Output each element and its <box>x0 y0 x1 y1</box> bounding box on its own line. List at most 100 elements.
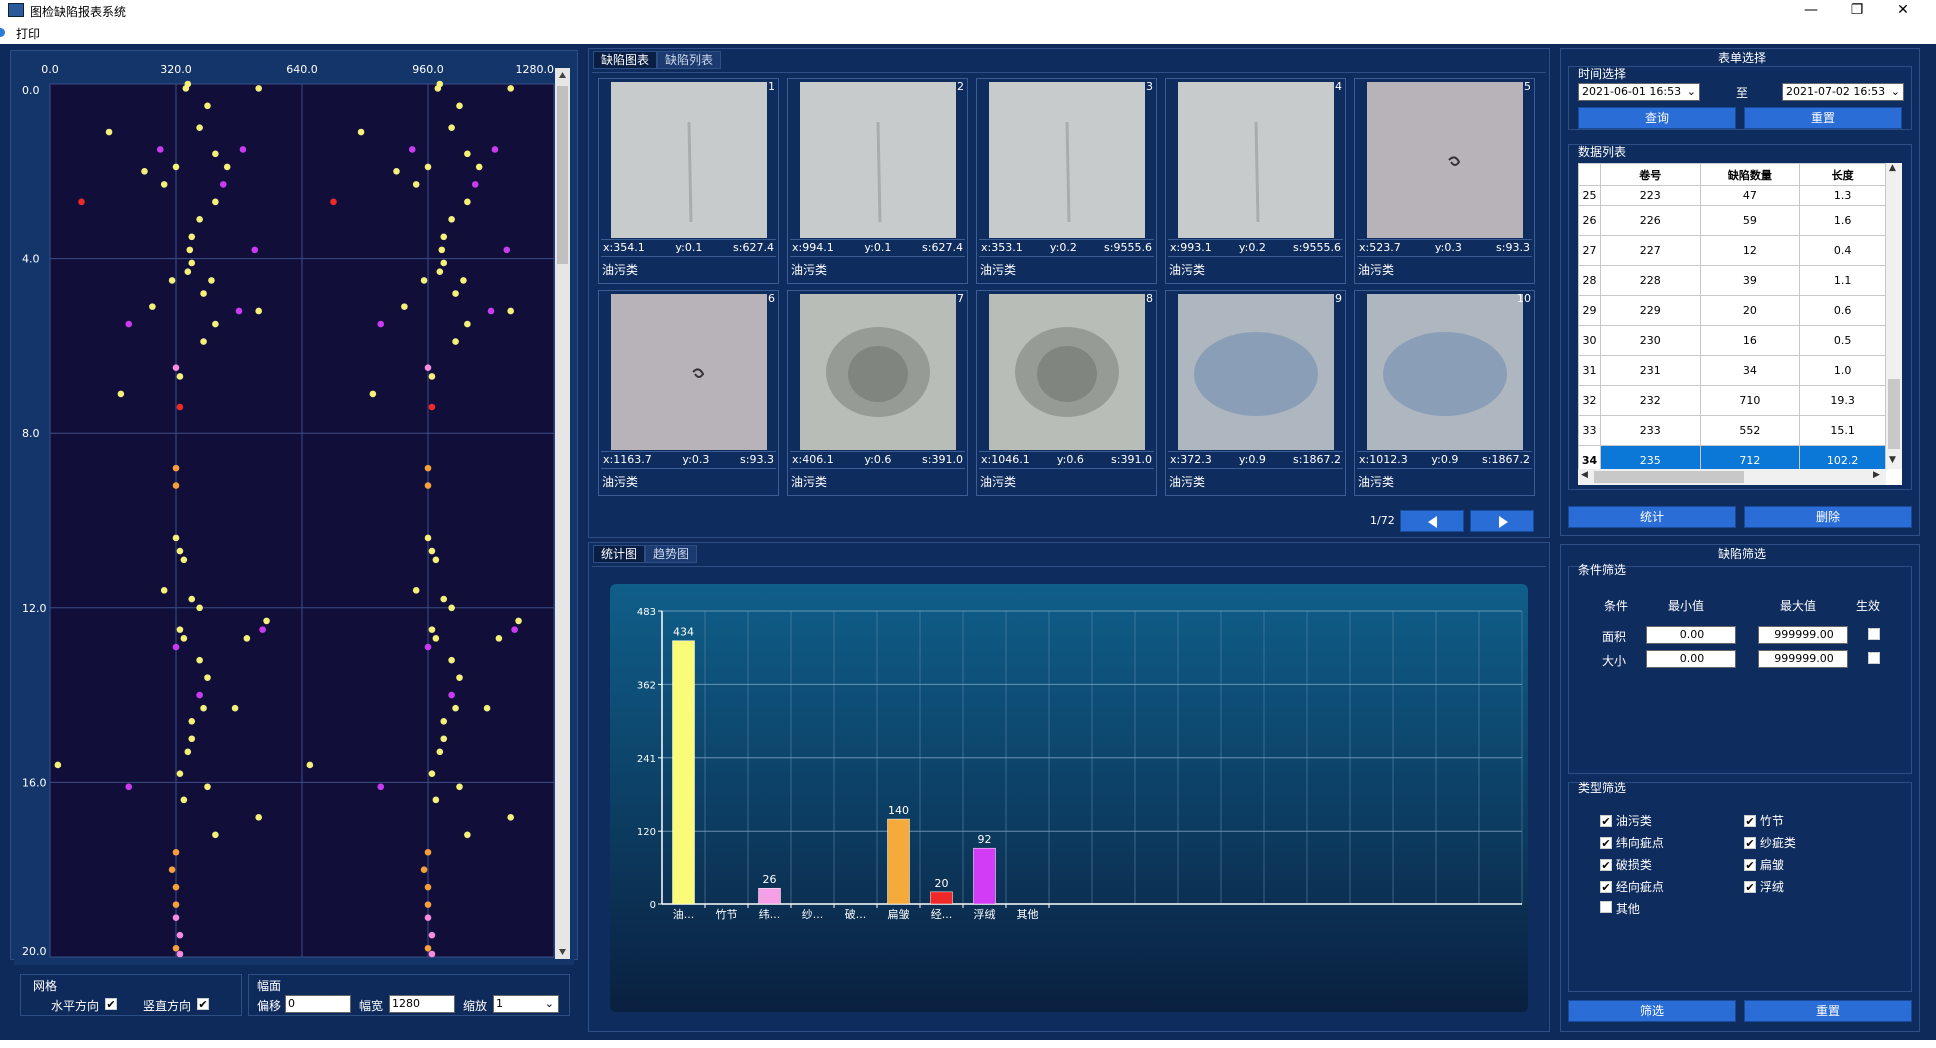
defect-point[interactable] <box>448 691 455 699</box>
defect-point[interactable] <box>440 595 448 603</box>
defect-point[interactable] <box>464 831 471 839</box>
tab-defect-list[interactable]: 缺陷列表 <box>657 51 722 69</box>
bar[interactable] <box>672 640 695 905</box>
defect-point[interactable] <box>196 604 203 612</box>
defect-point[interactable] <box>369 390 377 398</box>
roll-cell[interactable]: 231 <box>1599 355 1701 386</box>
defect-point[interactable] <box>172 482 180 489</box>
defect-thumbnail[interactable]: 7 x:406.1 y:0.6 s:391.0 油污类 <box>787 290 968 496</box>
type-filter-option[interactable]: ✔ 浮绒 <box>1744 878 1784 895</box>
prev-page-button[interactable] <box>1400 510 1464 532</box>
bar[interactable] <box>973 847 996 905</box>
type-checkbox[interactable]: ✔ <box>1600 881 1612 894</box>
defect-point[interactable] <box>424 848 432 856</box>
defect-point[interactable] <box>515 617 522 625</box>
scroll-up-icon[interactable]: ▲ <box>1889 163 1896 173</box>
defect-point[interactable] <box>156 146 164 153</box>
defect-point[interactable] <box>456 783 463 791</box>
defect-point[interactable] <box>176 403 184 411</box>
defect-point[interactable] <box>428 950 436 958</box>
defect-point[interactable] <box>200 290 207 297</box>
defect-point[interactable] <box>188 259 196 267</box>
menu-print[interactable]: 打印 <box>16 25 40 42</box>
filter-button[interactable]: 筛选 <box>1568 1000 1736 1022</box>
defect-point[interactable] <box>420 866 428 873</box>
defect-thumbnail[interactable]: 6 x:1163.7 y:0.3 s:93.3 油污类 <box>598 290 779 496</box>
defect-point[interactable] <box>172 464 180 472</box>
count-cell[interactable]: 47 <box>1699 185 1801 206</box>
type-filter-option[interactable]: ✔ 破损类 <box>1600 856 1652 873</box>
defect-point[interactable] <box>196 216 203 223</box>
defect-point[interactable] <box>483 704 491 712</box>
defect-point[interactable] <box>424 364 432 372</box>
count-cell[interactable]: 59 <box>1699 205 1801 236</box>
scroll-right-icon[interactable]: ▶ <box>1873 470 1880 480</box>
type-filter-option[interactable]: ✔ 油污类 <box>1600 812 1652 829</box>
type-checkbox[interactable] <box>1600 901 1612 913</box>
defect-point[interactable] <box>259 626 266 633</box>
table-row[interactable]: 29 229 20 0.6 <box>1578 295 1886 326</box>
length-cell[interactable]: 0.5 <box>1799 325 1886 356</box>
defect-point[interactable] <box>377 320 385 328</box>
table-hscroll-thumb[interactable] <box>1594 471 1744 483</box>
start-time-picker[interactable]: 2021-06-01 16:53 ⌄ <box>1578 83 1700 101</box>
defect-point[interactable] <box>204 783 211 791</box>
defect-point[interactable] <box>432 635 440 642</box>
size-max-input[interactable]: 999999.00 <box>1758 650 1848 668</box>
delete-button[interactable]: 删除 <box>1744 506 1912 528</box>
defect-point[interactable] <box>436 80 444 88</box>
defect-point[interactable] <box>507 85 514 92</box>
defect-thumbnail[interactable]: 10 x:1012.3 y:0.9 s:1867.2 油污类 <box>1354 290 1535 496</box>
defect-point[interactable] <box>196 124 203 131</box>
defect-point[interactable] <box>420 277 428 284</box>
defect-point[interactable] <box>452 338 459 345</box>
roll-cell[interactable]: 233 <box>1599 415 1701 446</box>
count-cell[interactable]: 20 <box>1699 295 1801 326</box>
count-cell[interactable]: 552 <box>1699 415 1801 446</box>
type-filter-option[interactable]: ✔ 竹节 <box>1744 812 1784 829</box>
defect-point[interactable] <box>255 85 262 92</box>
defect-thumbnail[interactable]: 3 x:353.1 y:0.2 s:9555.6 油污类 <box>976 78 1157 284</box>
defect-point[interactable] <box>255 307 262 315</box>
type-checkbox[interactable]: ✔ <box>1744 859 1756 872</box>
defect-point[interactable] <box>149 303 156 310</box>
area-max-input[interactable]: 999999.00 <box>1758 626 1848 644</box>
offset-input[interactable]: 0 <box>285 995 351 1013</box>
defect-point[interactable] <box>186 246 194 254</box>
defect-point[interactable] <box>424 901 432 908</box>
length-cell[interactable]: 15.1 <box>1799 415 1886 446</box>
defect-point[interactable] <box>432 556 440 564</box>
length-cell[interactable]: 19.3 <box>1799 385 1886 416</box>
form-reset-button[interactable]: 重置 <box>1744 107 1902 129</box>
defect-point[interactable] <box>223 163 231 171</box>
defect-point[interactable] <box>117 390 125 398</box>
count-cell[interactable]: 16 <box>1699 325 1801 356</box>
stats-button[interactable]: 统计 <box>1568 506 1736 528</box>
type-checkbox[interactable]: ✔ <box>1744 881 1756 894</box>
type-filter-option[interactable]: ✔ 经向疵点 <box>1600 878 1664 895</box>
count-cell[interactable]: 12 <box>1699 235 1801 266</box>
defect-thumbnail[interactable]: 8 x:1046.1 y:0.6 s:391.0 油污类 <box>976 290 1157 496</box>
tab-trend-chart[interactable]: 趋势图 <box>645 545 698 563</box>
table-row[interactable]: 25 223 47 1.3 <box>1578 185 1886 206</box>
defect-point[interactable] <box>448 656 455 664</box>
defect-point[interactable] <box>464 320 471 328</box>
roll-cell[interactable]: 230 <box>1599 325 1701 356</box>
defect-point[interactable] <box>491 146 499 153</box>
length-cell[interactable]: 1.3 <box>1799 185 1886 206</box>
defect-point[interactable] <box>408 146 416 153</box>
defect-point[interactable] <box>180 556 188 564</box>
defect-point[interactable] <box>503 246 511 254</box>
table-hscrollbar[interactable]: ◀ ▶ <box>1578 469 1886 485</box>
end-time-picker[interactable]: 2021-07-02 16:53 ⌄ <box>1782 83 1904 101</box>
size-min-input[interactable]: 0.00 <box>1646 650 1736 668</box>
defect-point[interactable] <box>440 233 448 241</box>
defect-point[interactable] <box>172 883 180 891</box>
defect-point[interactable] <box>184 748 192 756</box>
defect-point[interactable] <box>306 761 314 769</box>
defect-point[interactable] <box>125 783 133 791</box>
type-checkbox[interactable]: ✔ <box>1744 837 1756 850</box>
data-table[interactable]: 卷号 缺陷数量 长度 25 223 47 1.3 26 226 59 1.6 27 227 12 0.… <box>1578 163 1902 485</box>
size-active-checkbox[interactable] <box>1868 652 1880 664</box>
roll-cell[interactable]: 228 <box>1599 265 1701 296</box>
